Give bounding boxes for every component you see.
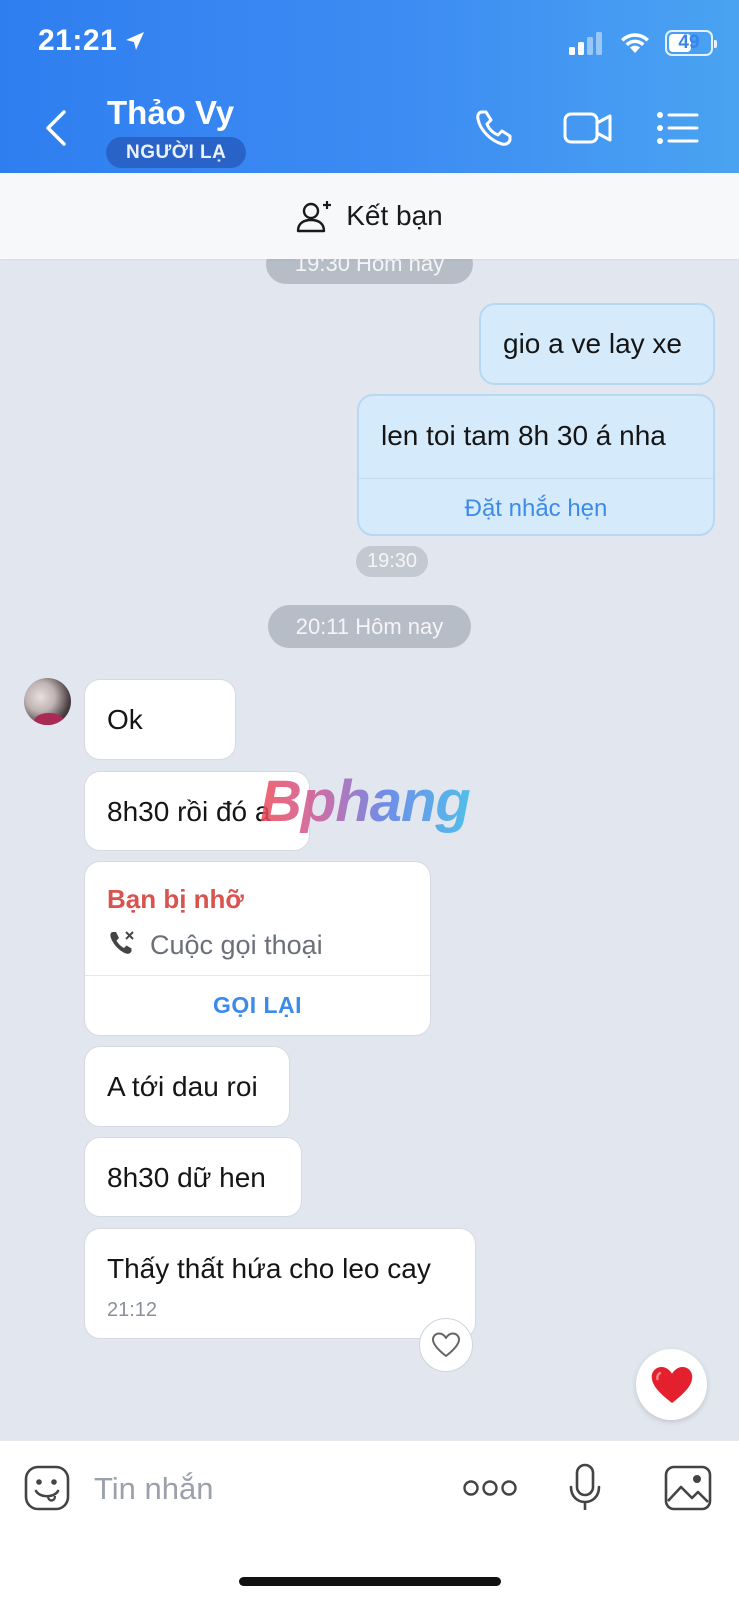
contact-avatar[interactable] [24, 678, 71, 725]
message-text: 8h30 rồi đó a [107, 796, 271, 827]
missed-call-title: Bạn bị nhỡ [107, 884, 244, 914]
message-input[interactable]: Tin nhắn [94, 1471, 214, 1507]
outgoing-message-with-reminder[interactable]: len toi tam 8h 30 á nha Đặt nhắc hẹn [357, 394, 715, 536]
chat-header: 21:21 49 Thảo Vy NGƯỜI LẠ [0, 0, 739, 173]
microphone-icon[interactable] [568, 1463, 602, 1513]
watermark-logo: Bphang [260, 769, 471, 834]
incoming-message[interactable]: 8h30 dữ hen [84, 1137, 302, 1217]
message-text: A tới dau roi [107, 1071, 258, 1102]
home-indicator [239, 1577, 501, 1586]
battery-level: 49 [678, 32, 700, 53]
heart-outline-icon [432, 1332, 460, 1357]
message-text: Thấy thất hứa cho leo cay [107, 1253, 431, 1284]
status-time-text: 21:21 [38, 24, 118, 57]
status-indicators: 49 [569, 30, 717, 56]
quick-heart-button[interactable] [636, 1349, 707, 1420]
sticker-emoji-icon[interactable] [24, 1465, 70, 1511]
image-gallery-icon[interactable] [664, 1465, 712, 1511]
add-friend-label: Kết bạn [346, 200, 443, 231]
status-time: 21:21 [38, 24, 147, 58]
missed-call-icon [110, 931, 134, 954]
wifi-icon [621, 33, 649, 53]
call-back-button[interactable]: GỌI LẠI [85, 992, 430, 1019]
back-icon[interactable] [40, 108, 72, 148]
missed-call-card[interactable]: Bạn bị nhỡ Cuộc gọi thoại GỌI LẠI [84, 861, 431, 1036]
more-options-icon[interactable] [463, 1479, 517, 1497]
incoming-message[interactable]: A tới dau roi [84, 1046, 290, 1127]
call-type-label: Cuộc gọi thoại [150, 930, 323, 960]
add-friend-button[interactable]: Kết bạn [0, 173, 739, 259]
menu-list-icon[interactable] [656, 106, 700, 150]
message-text: Ok [107, 704, 143, 735]
message-text: 8h30 dữ hen [107, 1162, 266, 1193]
message-text: gio a ve lay xe [503, 328, 682, 359]
react-heart-button[interactable] [419, 1318, 473, 1372]
signal-icon [569, 32, 602, 55]
message-time: 21:12 [107, 1299, 158, 1321]
heart-icon [651, 1366, 692, 1403]
divider [85, 975, 430, 976]
add-friend-icon [297, 201, 332, 233]
incoming-message[interactable]: Thấy thất hứa cho leo cay 21:12 [84, 1228, 476, 1339]
location-arrow-icon [126, 32, 145, 50]
video-call-icon[interactable] [562, 106, 614, 150]
divider [359, 478, 713, 479]
composer-bar: Tin nhắn [0, 1440, 739, 1600]
incoming-message[interactable]: Ok [84, 679, 236, 760]
phone-call-icon[interactable] [472, 106, 520, 150]
message-time-pill: 19:30 [356, 546, 428, 577]
date-divider-pill: 20:11 Hôm nay [268, 605, 471, 648]
contact-name[interactable]: Thảo Vy [107, 94, 234, 132]
battery-icon: 49 [665, 30, 717, 56]
set-reminder-link[interactable]: Đặt nhắc hẹn [359, 495, 713, 523]
outgoing-message[interactable]: gio a ve lay xe [479, 303, 715, 385]
stranger-badge: NGƯỜI LẠ [106, 137, 247, 168]
message-text: len toi tam 8h 30 á nha [381, 420, 666, 451]
